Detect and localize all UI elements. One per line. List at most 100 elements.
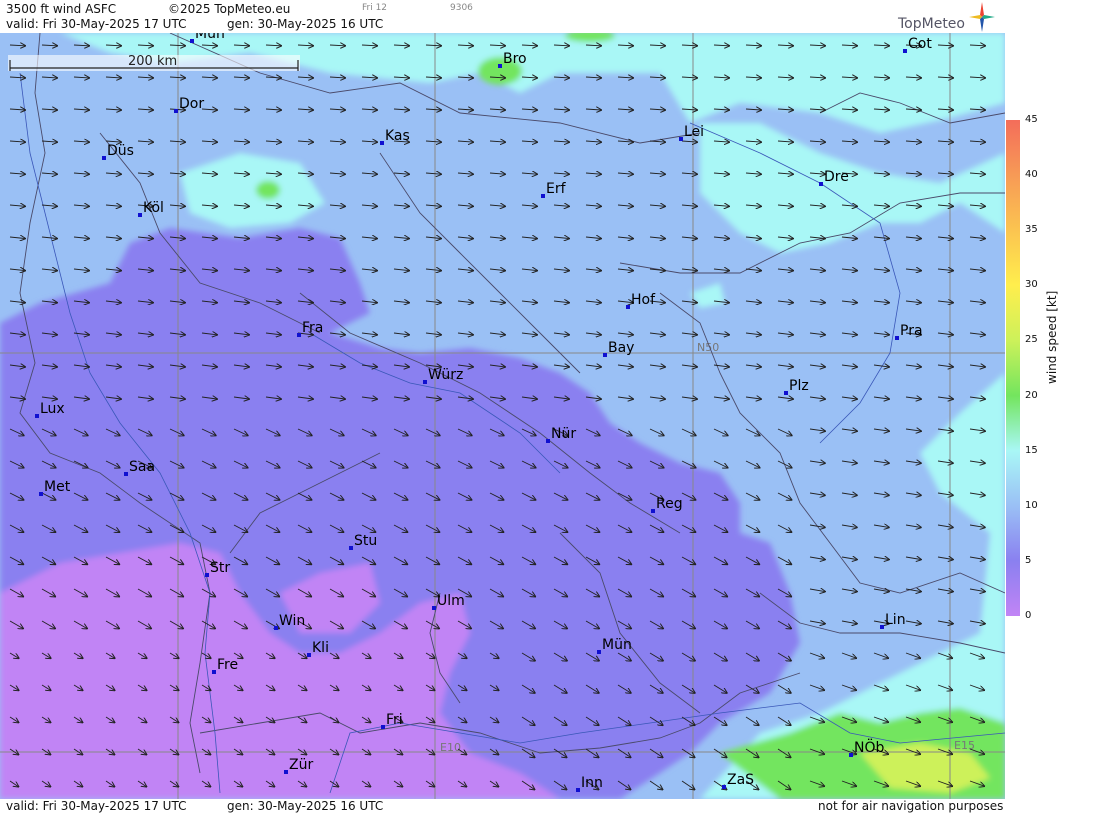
city-label: Lux: [40, 401, 65, 417]
city-marker: [35, 414, 39, 418]
city-label: Str: [210, 560, 230, 576]
city-label: Ulm: [437, 593, 465, 609]
city-label: Mün: [602, 637, 632, 653]
city-label: Saa: [129, 459, 155, 475]
city-marker: [679, 137, 683, 141]
city-marker: [903, 49, 907, 53]
city-marker: [626, 305, 630, 309]
valid-time: valid: Fri 30-May-2025 17 UTC: [6, 17, 187, 31]
city-marker: [349, 546, 353, 550]
city-marker: [190, 39, 194, 43]
city-label: Stu: [354, 533, 377, 549]
city-marker: [102, 156, 106, 160]
city-label: Inn: [581, 775, 603, 791]
disclaimer: not for air navigation purposes: [818, 799, 1004, 813]
city-marker: [381, 725, 385, 729]
footer-valid-time: valid: Fri 30-May-2025 17 UTC: [6, 799, 187, 813]
city-marker: [722, 785, 726, 789]
city-marker: [174, 109, 178, 113]
compass-star-icon: [969, 2, 995, 32]
city-marker: [307, 653, 311, 657]
city-marker: [138, 213, 142, 217]
info-small-1: Fri 12: [362, 3, 388, 13]
legend-tick: 25: [1025, 334, 1038, 346]
legend-tick: 0: [1025, 609, 1032, 621]
wind-map[interactable]: N50 E10 E15 200 km Mün Bro Cot Dor Kas L…: [0, 33, 1005, 799]
city-bay[interactable]: Bay: [603, 340, 634, 357]
legend-tick: 45: [1025, 114, 1038, 125]
city-dor[interactable]: Dor: [174, 96, 204, 113]
city-label: Kli: [312, 640, 329, 656]
city-marker: [212, 670, 216, 674]
city-marker: [597, 650, 601, 654]
city-zür[interactable]: Zür: [284, 757, 313, 774]
city-label: Lei: [684, 124, 704, 140]
city-kas[interactable]: Kas: [380, 128, 410, 145]
city-marker: [39, 492, 43, 496]
city-marker: [895, 336, 899, 340]
city-marker: [784, 391, 788, 395]
scale-bar: 200 km: [8, 54, 300, 71]
city-marker: [546, 439, 550, 443]
city-marker: [651, 509, 655, 513]
city-label: Mün: [195, 33, 225, 42]
scale-bar-label: 200 km: [128, 54, 177, 69]
city-label: Cot: [908, 36, 932, 52]
city-dre[interactable]: Dre: [819, 169, 849, 186]
footer-generated-time: gen: 30-May-2025 16 UTC: [227, 799, 384, 813]
legend-tick: 5: [1025, 554, 1032, 566]
city-marker: [205, 573, 209, 577]
city-label: Düs: [107, 143, 134, 159]
city-saa[interactable]: Saa: [124, 459, 155, 476]
city-marker: [423, 380, 427, 384]
city-label: Erf: [546, 181, 567, 197]
city-cot[interactable]: Cot: [903, 36, 932, 53]
city-mün-north[interactable]: Mün: [190, 33, 225, 43]
city-marker: [284, 770, 288, 774]
city-marker: [880, 625, 884, 629]
city-pra[interactable]: Pra: [895, 323, 923, 340]
city-lux[interactable]: Lux: [35, 401, 65, 418]
city-label: Würz: [428, 367, 463, 383]
map-footer: valid: Fri 30-May-2025 17 UTC gen: 30-Ma…: [0, 799, 1005, 814]
city-zas[interactable]: ZaS: [722, 772, 754, 789]
city-win[interactable]: Win: [274, 613, 305, 630]
city-met[interactable]: Met: [39, 479, 71, 496]
city-hof[interactable]: Hof: [626, 292, 656, 309]
city-inn[interactable]: Inn: [576, 775, 603, 792]
city-reg[interactable]: Reg: [651, 496, 683, 513]
city-label: Win: [279, 613, 305, 629]
city-marker: [819, 182, 823, 186]
city-marker: [576, 788, 580, 792]
city-marker: [380, 141, 384, 145]
city-marker: [297, 333, 301, 337]
city-düs[interactable]: Düs: [102, 143, 134, 160]
city-label: Pra: [900, 323, 923, 339]
grid-label-e10: E10: [440, 741, 461, 754]
city-stu[interactable]: Stu: [349, 533, 377, 550]
city-label: NÖb: [854, 738, 884, 756]
copyright-text: ©2025 TopMeteo.eu: [168, 2, 291, 16]
city-label: Bay: [608, 340, 634, 356]
city-marker: [498, 64, 502, 68]
field-strong-center: [256, 181, 280, 199]
city-label: Köl: [143, 200, 164, 216]
city-label: Hof: [631, 292, 656, 308]
info-small-2: 9306: [450, 3, 473, 13]
city-ulm[interactable]: Ulm: [432, 593, 465, 610]
city-marker: [603, 353, 607, 357]
city-label: Nür: [551, 426, 576, 442]
product-title: 3500 ft wind ASFC: [6, 2, 117, 16]
city-mün[interactable]: Mün: [597, 637, 632, 654]
topmeteo-logo[interactable]: TopMeteo: [885, 2, 995, 32]
city-nür[interactable]: Nür: [546, 426, 576, 443]
brand-name: TopMeteo: [898, 16, 965, 32]
city-marker: [849, 753, 853, 757]
city-nöb[interactable]: NÖb: [849, 738, 884, 757]
city-marker: [274, 626, 278, 630]
city-label: Lin: [885, 612, 906, 628]
city-label: Kas: [385, 128, 410, 144]
city-würz[interactable]: Würz: [423, 367, 463, 384]
legend-tick: 10: [1025, 499, 1038, 511]
city-bro[interactable]: Bro: [498, 51, 527, 68]
